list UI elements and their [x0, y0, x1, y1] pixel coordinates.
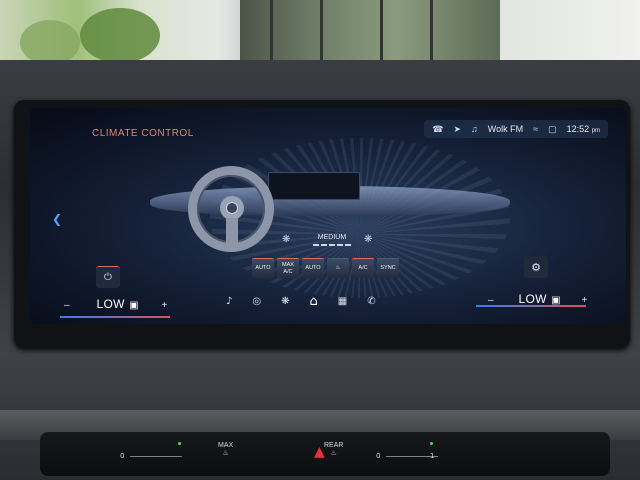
- ac-button[interactable]: A/C: [352, 258, 374, 278]
- home-icon[interactable]: ⌂: [310, 294, 318, 309]
- chevron-left-icon[interactable]: ❮: [52, 212, 62, 226]
- wifi-icon: ≈: [533, 124, 539, 134]
- gear-icon: ⚙: [531, 260, 541, 274]
- power-button[interactable]: ⏻: [96, 266, 120, 288]
- infotainment-screen: CLIMATE CONTROL ☎ ➤ ♫ Wolk FM ≈ ▢ 12:52 …: [30, 108, 626, 324]
- clock-time: 12:52: [566, 124, 590, 134]
- navigation-arrow-icon: ➤: [453, 123, 462, 134]
- auto-recirc-button[interactable]: AUTO: [252, 258, 274, 278]
- radio-icon: ♫: [471, 124, 478, 134]
- rear-defrost-icon: ♨: [330, 450, 337, 457]
- rear-defrost-button[interactable]: REAR ♨: [324, 442, 343, 457]
- seat-icon[interactable]: ▣: [129, 300, 138, 311]
- page-title: CLIMATE CONTROL: [92, 128, 194, 139]
- left-slider-min: 0: [120, 452, 125, 460]
- settings-button[interactable]: ⚙: [524, 256, 548, 278]
- max-ac-button[interactable]: MAX A/C: [277, 258, 299, 278]
- car-interior-scene: CLIMATE CONTROL ☎ ➤ ♫ Wolk FM ≈ ▢ 12:52 …: [0, 0, 640, 480]
- steering-spoke: [226, 218, 238, 246]
- climate-button-row: AUTO MAX A/C AUTO ♨ A/C SYNC: [252, 258, 399, 278]
- clock: 12:52 pm: [567, 124, 600, 134]
- radio-station[interactable]: Wolk FM: [488, 124, 523, 134]
- phone-icon[interactable]: ✆: [367, 296, 375, 307]
- right-temp-bar: [476, 305, 586, 307]
- lower-control-panel: 0 MAX ♨ ▲ REAR ♨ 0 1: [40, 432, 610, 476]
- left-temp-control: – LOW ▣ +: [64, 295, 167, 313]
- seat-heat-icon: ♨: [335, 265, 341, 272]
- phone-icon[interactable]: ☎: [432, 124, 443, 135]
- tree: [20, 20, 80, 65]
- seat-heat-button[interactable]: ♨: [327, 258, 349, 278]
- navigation-icon[interactable]: ◎: [252, 296, 261, 307]
- left-temp-plus-button[interactable]: +: [162, 300, 168, 311]
- status-bar: ☎ ➤ ♫ Wolk FM ≈ ▢ 12:52 pm: [424, 120, 608, 138]
- left-temp-bar: [60, 316, 170, 318]
- left-slider[interactable]: [130, 456, 182, 457]
- bottom-nav: ♪ ◎ ❋ ⌂ ▦ ✆: [226, 294, 376, 309]
- tree: [80, 8, 160, 63]
- left-temp-value: LOW: [96, 297, 125, 311]
- max-defrost-button[interactable]: MAX ♨: [218, 442, 233, 457]
- defrost-icon: ♨: [222, 450, 229, 457]
- brand-logo-icon: [226, 202, 238, 214]
- apps-grid-icon[interactable]: ▦: [338, 296, 347, 307]
- status-led: [430, 442, 433, 445]
- left-temp-minus-button[interactable]: –: [64, 300, 70, 311]
- right-slider-max: 1: [430, 452, 435, 460]
- status-led: [178, 442, 181, 445]
- display-illustration: [268, 172, 360, 200]
- fan-icon[interactable]: ❋: [281, 296, 289, 307]
- message-icon[interactable]: ▢: [548, 124, 557, 135]
- clock-ampm: pm: [591, 128, 600, 134]
- sync-button[interactable]: SYNC: [377, 258, 399, 278]
- right-temp-value: LOW: [518, 292, 547, 306]
- power-icon: ⏻: [104, 272, 112, 283]
- auto-button[interactable]: AUTO: [302, 258, 324, 278]
- fan-high-icon[interactable]: ❋: [364, 234, 372, 245]
- right-slider-min: 0: [376, 452, 381, 460]
- music-icon[interactable]: ♪: [226, 296, 232, 307]
